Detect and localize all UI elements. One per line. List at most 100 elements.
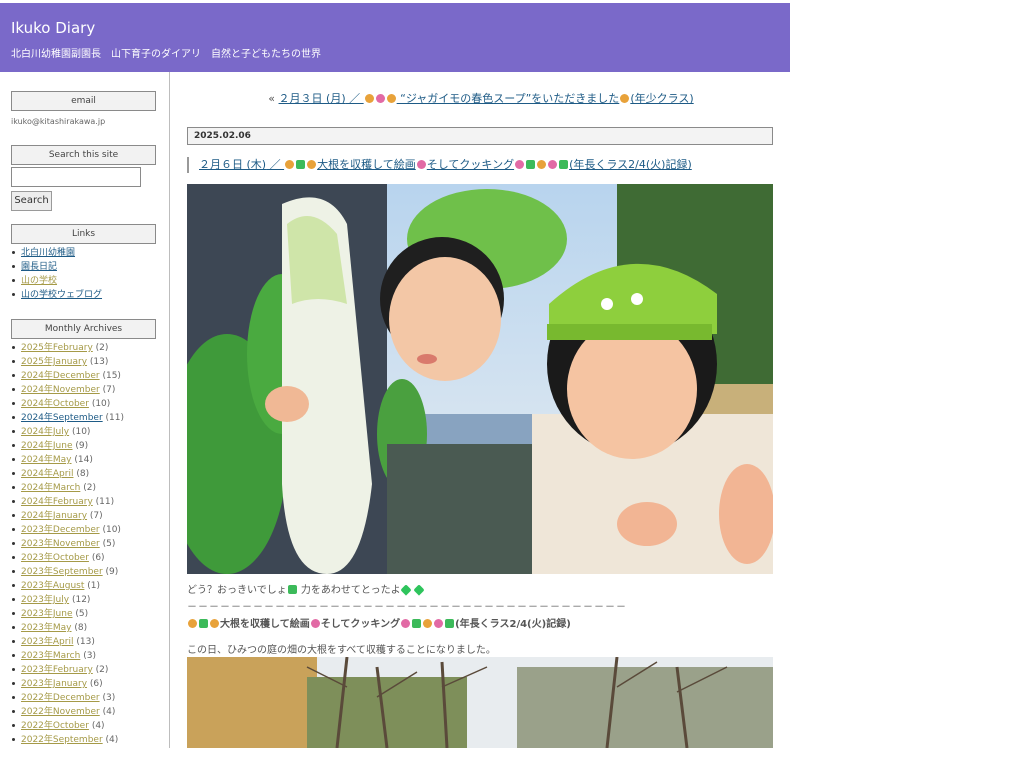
photo-illustration <box>187 657 773 748</box>
archive-link[interactable]: 2023年November <box>21 539 100 549</box>
sushi-icon <box>515 160 525 169</box>
archive-item: 2024年March (2) <box>11 481 124 495</box>
archive-link[interactable]: 2025年January <box>21 357 87 367</box>
archive-item: 2024年December (15) <box>11 369 124 383</box>
archive-link[interactable]: 2024年January <box>21 511 87 521</box>
search-heading: Search this site <box>11 145 156 165</box>
site-title[interactable]: Ikuko Diary <box>11 19 95 37</box>
archive-count: (7) <box>89 511 103 521</box>
archive-link[interactable]: 2022年November <box>21 707 100 717</box>
list-item: 園長日記 <box>11 260 102 274</box>
archive-link[interactable]: 2024年June <box>21 441 73 451</box>
archive-item: 2023年December (10) <box>11 523 124 537</box>
archive-link[interactable]: 2023年April <box>21 637 73 647</box>
post-title-link[interactable]: ２月６日 (木) ／ 大根を収穫して絵画 そしてクッキング (年長くラス2/4(火)… <box>199 158 692 171</box>
archive-item: 2023年July (12) <box>11 593 124 607</box>
prev-post-link[interactable]: ２月３日 (月) ／ “ジャガイモの春色スープ”をいただきました (年少クラス) <box>279 92 694 105</box>
archive-item: 2024年May (14) <box>11 453 124 467</box>
archive-link[interactable]: 2024年September <box>21 413 103 423</box>
archive-count: (7) <box>102 385 116 395</box>
face-icon <box>386 94 396 103</box>
archive-link[interactable]: 2023年July <box>21 595 69 605</box>
sidebar-link[interactable]: 山の学校 <box>21 276 57 286</box>
prev-post-class: (年少クラス) <box>630 92 694 105</box>
archive-count: (11) <box>95 497 115 507</box>
octopus-icon <box>548 160 558 169</box>
prev-post-sep: ／ <box>345 92 364 105</box>
heart-icon <box>375 94 385 103</box>
main-content: « ２月３日 (月) ／ “ジャガイモの春色スープ”をいただきました (年少クラス… <box>186 72 776 748</box>
archive-link[interactable]: 2024年April <box>21 469 73 479</box>
archive-link[interactable]: 2023年December <box>21 525 100 535</box>
archive-link[interactable]: 2025年February <box>21 343 93 353</box>
archive-item: 2023年November (5) <box>11 537 124 551</box>
list-item: 北白川幼稚園 <box>11 246 102 260</box>
archive-link[interactable]: 2024年December <box>21 371 100 381</box>
heading-text: 大根を収穫して絵画 <box>220 619 310 630</box>
archive-count: (2) <box>95 343 109 353</box>
flower-icon <box>310 619 320 628</box>
archive-count: (8) <box>76 469 90 479</box>
sidebar: email ikuko@kitashirakawa.jp Search this… <box>0 72 170 748</box>
face-icon <box>364 94 374 103</box>
archive-link[interactable]: 2022年September <box>21 735 103 745</box>
archive-link[interactable]: 2023年February <box>21 665 93 675</box>
archive-link[interactable]: 2024年July <box>21 427 69 437</box>
prev-arrow: « <box>268 92 279 105</box>
archive-item: 2023年March (3) <box>11 649 124 663</box>
archive-link[interactable]: 2023年October <box>21 553 89 563</box>
post-date: ２月６日 (木) <box>199 158 267 171</box>
search-input[interactable] <box>11 167 141 187</box>
list-item: 山の学校ウェブログ <box>11 288 102 302</box>
archives-heading: Monthly Archives <box>11 319 156 339</box>
archive-item: 2022年December (3) <box>11 691 124 705</box>
face-icon <box>210 619 219 628</box>
archive-link[interactable]: 2024年February <box>21 497 93 507</box>
sidebar-link[interactable]: 山の学校ウェブログ <box>21 290 102 300</box>
archive-item: 2024年April (8) <box>11 467 124 481</box>
leaf-icon <box>412 619 422 628</box>
archive-item: 2024年November (7) <box>11 383 124 397</box>
archive-link[interactable]: 2022年October <box>21 721 89 731</box>
archive-link[interactable]: 2023年March <box>21 651 80 661</box>
archive-link[interactable]: 2023年May <box>21 623 72 633</box>
archive-item: 2023年September (9) <box>11 565 124 579</box>
archive-item: 2024年February (11) <box>11 495 124 509</box>
leaf-icon <box>559 160 569 169</box>
archive-item: 2025年January (13) <box>11 355 124 369</box>
archive-count: (14) <box>74 455 93 465</box>
post-sep: ／ <box>266 158 285 171</box>
archive-count: (3) <box>83 651 96 661</box>
caption-text: 力をあわせてとったよ <box>297 585 401 596</box>
archive-link[interactable]: 2023年January <box>21 679 87 689</box>
archive-link[interactable]: 2024年March <box>21 483 80 493</box>
post-photo-trees <box>187 657 773 748</box>
email-heading: email <box>11 91 156 111</box>
sushi-icon <box>401 619 411 628</box>
archive-link[interactable]: 2024年May <box>21 455 72 465</box>
links-heading: Links <box>11 224 156 244</box>
archive-link[interactable]: 2022年December <box>21 693 100 703</box>
archive-count: (3) <box>102 693 116 703</box>
sidebar-link[interactable]: 園長日記 <box>21 262 57 272</box>
leaf-icon <box>199 619 208 628</box>
green-heart-icon <box>413 584 425 596</box>
caption-text: どう？おっきいでしょ <box>187 585 287 596</box>
post-paragraph: この日、ひみつの庭の畑の大根をすべて収穫することになりました。 <box>187 645 496 656</box>
archive-count: (12) <box>71 595 91 605</box>
archive-count: (10) <box>91 399 111 409</box>
post-title-part: そしてクッキング <box>426 158 515 171</box>
archive-link[interactable]: 2024年November <box>21 385 100 395</box>
sidebar-link[interactable]: 北白川幼稚園 <box>21 248 75 258</box>
archive-count: (4) <box>91 721 105 731</box>
archive-link[interactable]: 2023年June <box>21 609 73 619</box>
face-icon <box>307 160 317 169</box>
email-address: ikuko@kitashirakawa.jp <box>11 117 106 126</box>
archive-count: (15) <box>102 371 121 381</box>
archive-link[interactable]: 2024年October <box>21 399 89 409</box>
archive-link[interactable]: 2023年August <box>21 581 84 591</box>
archive-link[interactable]: 2023年September <box>21 567 103 577</box>
search-button[interactable]: Search <box>11 191 52 211</box>
archive-count: (9) <box>75 441 89 451</box>
archive-count: (2) <box>83 483 96 493</box>
